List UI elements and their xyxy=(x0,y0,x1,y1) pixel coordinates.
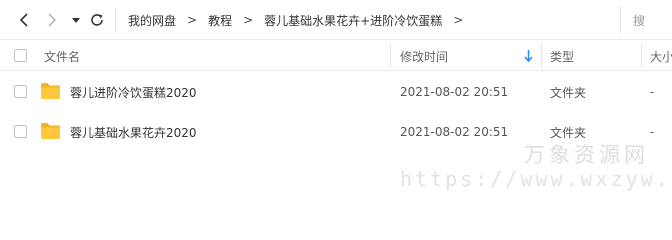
sort-descending-icon[interactable] xyxy=(524,50,533,62)
breadcrumb-separator: > xyxy=(243,13,254,27)
breadcrumb-separator: > xyxy=(453,13,464,27)
breadcrumb-item-current-folder[interactable]: 蓉儿基础水果花卉+进阶冷饮蛋糕 xyxy=(264,12,442,29)
file-size: - xyxy=(650,85,655,99)
chevron-left-icon xyxy=(19,13,28,27)
column-header-name[interactable]: 文件名 xyxy=(44,41,80,71)
select-all-checkbox[interactable] xyxy=(14,49,27,62)
file-modified: 2021-08-02 20:51 xyxy=(400,85,509,99)
chevron-right-icon xyxy=(48,13,57,27)
folder-icon xyxy=(41,123,60,139)
row-checkbox[interactable] xyxy=(14,85,27,98)
column-header-size[interactable]: 大小 xyxy=(650,41,672,71)
column-header-type[interactable]: 类型 xyxy=(550,41,574,71)
search-input[interactable]: 搜 xyxy=(620,6,672,34)
breadcrumb-item-my-drive[interactable]: 我的网盘 xyxy=(128,12,176,29)
forward-button[interactable] xyxy=(42,9,62,31)
table-row[interactable]: 蓉儿基础水果花卉2020 2021-08-02 20:51 文件夹 - xyxy=(0,112,672,152)
file-type: 文件夹 xyxy=(550,125,587,140)
file-modified: 2021-08-02 20:51 xyxy=(400,125,509,139)
search-placeholder: 搜 xyxy=(633,13,646,28)
refresh-icon xyxy=(91,14,103,26)
file-size: - xyxy=(650,125,655,139)
file-name[interactable]: 蓉儿基础水果花卉2020 xyxy=(70,112,197,152)
breadcrumb-item-tutorials[interactable]: 教程 xyxy=(208,12,232,29)
row-checkbox[interactable] xyxy=(14,125,27,138)
file-list-header: 文件名 修改时间 类型 大小 xyxy=(0,41,672,71)
breadcrumb: 我的网盘 > 教程 > 蓉儿基础水果花卉+进阶冷饮蛋糕 > xyxy=(128,0,474,40)
file-name[interactable]: 蓉儿进阶冷饮蛋糕2020 xyxy=(70,72,197,112)
breadcrumb-separator: > xyxy=(187,13,198,27)
navigation-bar: 我的网盘 > 教程 > 蓉儿基础水果花卉+进阶冷饮蛋糕 > 搜 xyxy=(0,0,672,40)
refresh-button[interactable] xyxy=(88,9,106,31)
column-divider[interactable] xyxy=(541,44,542,68)
column-divider[interactable] xyxy=(641,44,642,68)
column-header-modified[interactable]: 修改时间 xyxy=(400,41,448,71)
folder-icon xyxy=(41,83,60,99)
column-divider[interactable] xyxy=(390,44,391,68)
nav-divider xyxy=(115,8,116,32)
table-row[interactable]: 蓉儿进阶冷饮蛋糕2020 2021-08-02 20:51 文件夹 - xyxy=(0,72,672,112)
back-button[interactable] xyxy=(14,9,34,31)
file-type: 文件夹 xyxy=(550,85,587,100)
history-dropdown-button[interactable] xyxy=(70,9,82,31)
watermark-url: https://www.wxzyw.cn xyxy=(400,167,672,191)
caret-down-icon xyxy=(72,17,80,23)
